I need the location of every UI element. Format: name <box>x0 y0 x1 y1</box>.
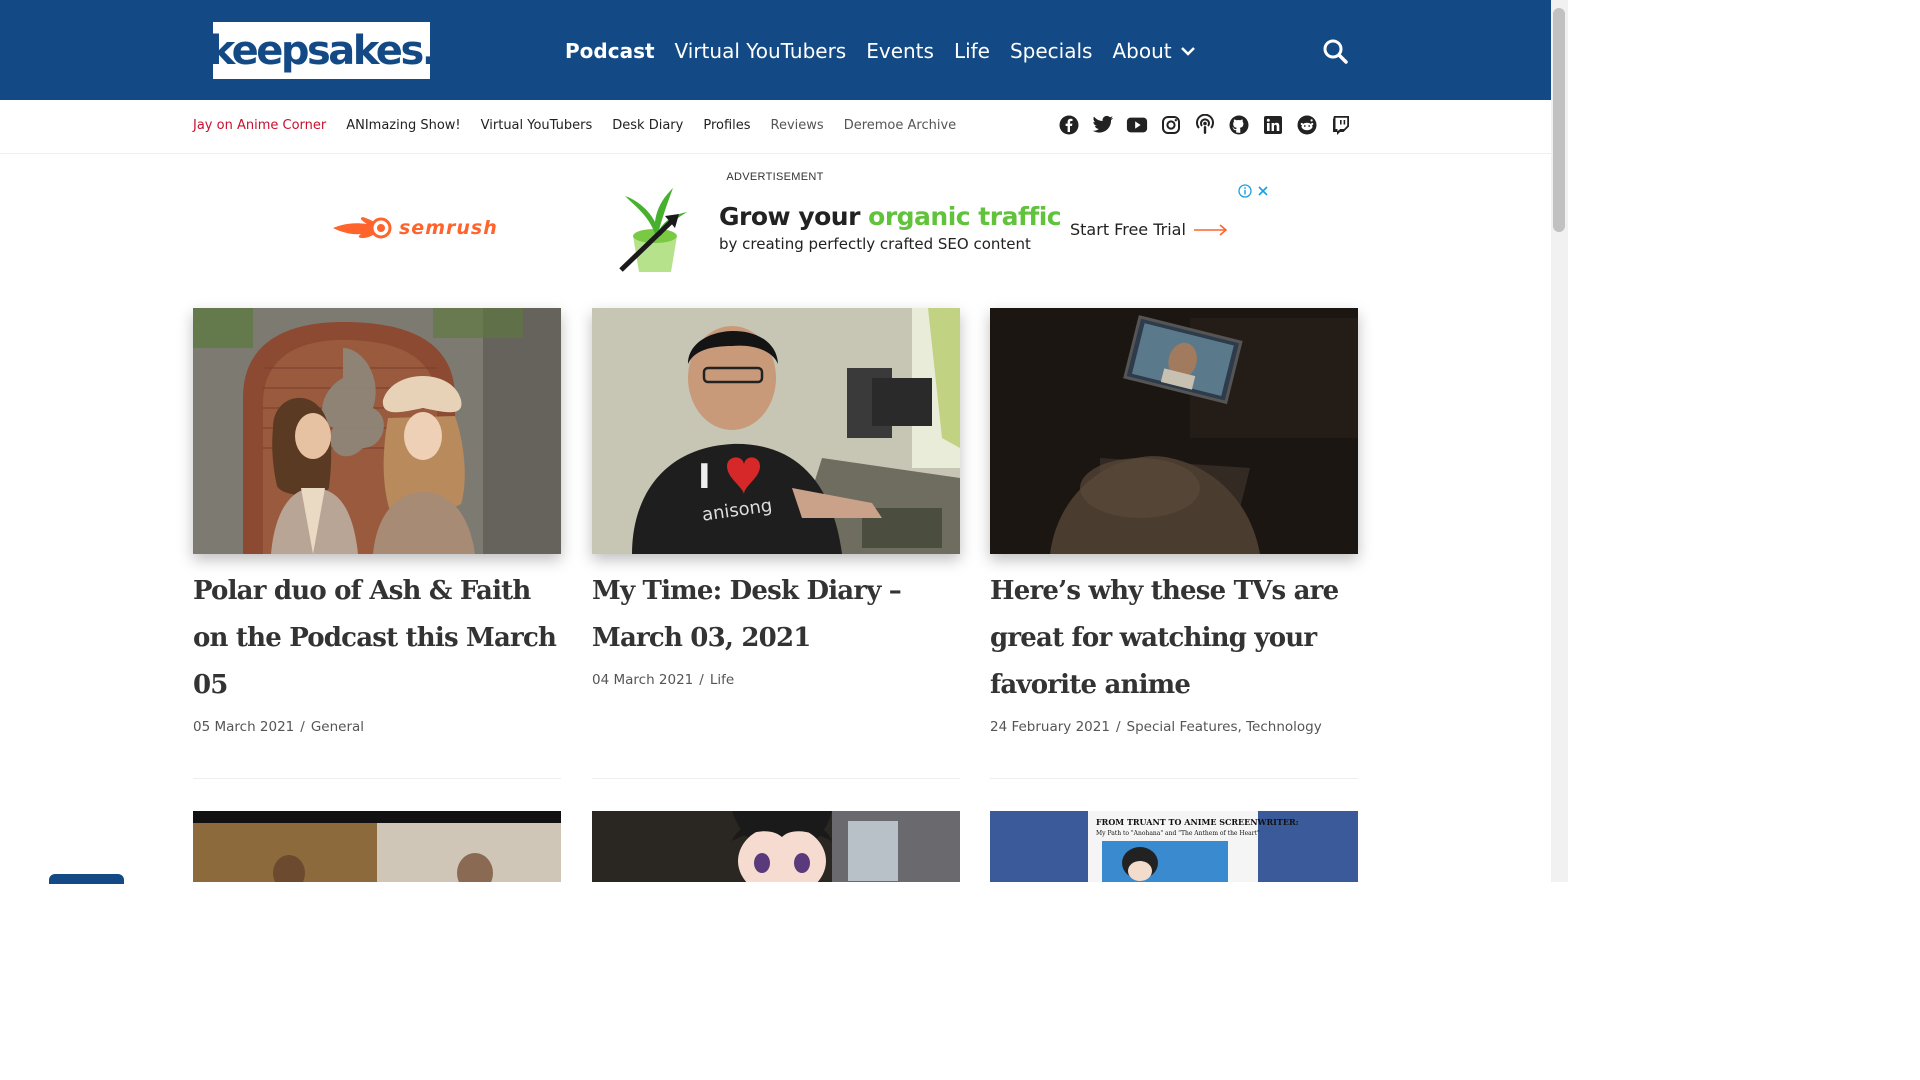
plant-illustration-icon <box>619 188 687 272</box>
scrollbar-thumb[interactable] <box>1553 8 1565 232</box>
close-icon[interactable] <box>1256 184 1270 198</box>
row-divider <box>193 778 561 779</box>
post-category[interactable]: Life <box>710 672 734 688</box>
site-logo[interactable]: keepsakes. <box>209 22 437 79</box>
subnav-deremoe-archive[interactable]: Deremoe Archive <box>844 118 956 133</box>
post-category[interactable]: General <box>311 719 364 735</box>
book-title-text: FROM TRUANT TO ANIME SCREENWRITER: <box>1096 817 1299 827</box>
subnav-profiles[interactable]: Profiles <box>703 118 750 133</box>
ad-headline-part1: Grow your <box>719 202 869 231</box>
post-thumbnail-image[interactable] <box>193 308 561 554</box>
ad-subline: by creating perfectly crafted SEO conten… <box>719 235 1031 253</box>
post-thumbnail-image[interactable] <box>592 811 960 882</box>
youtube-icon[interactable] <box>1126 114 1148 136</box>
post-thumbnail-image[interactable] <box>193 811 561 882</box>
top-header: keepsakes. Podcast Virtual YouTubers Eve… <box>0 0 1551 100</box>
nav-events[interactable]: Events <box>866 39 934 63</box>
post-title[interactable]: My Time: Desk Diary – March 03, 2021 <box>592 568 960 662</box>
secondary-bar: Jay on Anime Corner ANImazing Show! Virt… <box>0 100 1551 154</box>
secondary-nav: Jay on Anime Corner ANImazing Show! Virt… <box>193 118 956 133</box>
facebook-icon[interactable] <box>1058 114 1080 136</box>
nav-life[interactable]: Life <box>954 39 990 63</box>
ad-cta-label: Start Free Trial <box>1070 220 1186 239</box>
subnav-desk-diary[interactable]: Desk Diary <box>612 118 683 133</box>
semrush-logo: semrush <box>333 216 498 240</box>
twitter-icon[interactable] <box>1092 114 1114 136</box>
post-title[interactable]: Here’s why these TVs are great for watch… <box>990 568 1358 709</box>
ad-label: ADVERTISEMENT <box>726 171 824 183</box>
main-nav: Podcast Virtual YouTubers Events Life Sp… <box>565 36 1216 66</box>
post-thumbnail-image[interactable]: FROM TRUANT TO ANIME SCREENWRITER: My Pa… <box>990 811 1358 882</box>
post-title[interactable]: Polar duo of Ash & Faith on the Podcast … <box>193 568 561 709</box>
post-meta: 24 February 2021/Special Features, Techn… <box>990 719 1322 735</box>
post-meta: 05 March 2021/General <box>193 719 365 735</box>
ad-headline: Grow your organic traffic <box>719 202 1062 231</box>
info-icon[interactable] <box>1238 184 1252 198</box>
post-category[interactable]: Special Features, Technology <box>1127 719 1322 735</box>
floating-widget-tab[interactable] <box>49 874 124 884</box>
post-card: I anisong My Time: Desk Diary – March 03… <box>592 308 960 688</box>
arrow-right-icon <box>1193 223 1228 236</box>
ad-cta-button[interactable]: Start Free Trial <box>1070 220 1228 239</box>
ad-controls <box>1238 184 1270 198</box>
nav-about[interactable]: About <box>1112 39 1195 63</box>
post-date: 05 March 2021 <box>193 719 295 735</box>
post-date: 24 February 2021 <box>990 719 1110 735</box>
ad-headline-part2: organic traffic <box>868 202 1062 231</box>
post-card: Polar duo of Ash & Faith on the Podcast … <box>193 308 561 735</box>
twitch-icon[interactable] <box>1330 114 1352 136</box>
podcast-icon[interactable] <box>1194 114 1216 136</box>
post-meta: 04 March 2021/Life <box>592 672 735 688</box>
semrush-flame-icon <box>333 217 392 239</box>
semrush-brand: semrush <box>399 217 498 239</box>
logo-text: keepsakes. <box>208 27 437 74</box>
subnav-jay-on-anime-corner[interactable]: Jay on Anime Corner <box>193 118 326 133</box>
github-icon[interactable] <box>1228 114 1250 136</box>
instagram-icon[interactable] <box>1160 114 1182 136</box>
post-thumbnail-image[interactable] <box>990 308 1358 554</box>
reddit-icon[interactable] <box>1296 114 1318 136</box>
nav-specials[interactable]: Specials <box>1010 39 1092 63</box>
nav-about-label: About <box>1112 39 1172 63</box>
subnav-animazing-show[interactable]: ANImazing Show! <box>346 118 460 133</box>
subnav-virtual-youtubers[interactable]: Virtual YouTubers <box>481 118 593 133</box>
post-card: Here’s why these TVs are great for watch… <box>990 308 1358 735</box>
advertisement-banner[interactable]: semrush Grow your organic traffic by cre… <box>315 184 1275 276</box>
post-date: 04 March 2021 <box>592 672 694 688</box>
linkedin-icon[interactable] <box>1262 114 1284 136</box>
chevron-down-icon <box>1180 47 1195 56</box>
book-subtitle-text: My Path to "Anohana" and "The Anthem of … <box>1096 830 1260 837</box>
search-icon[interactable] <box>1322 38 1348 64</box>
nav-virtual-youtubers[interactable]: Virtual YouTubers <box>675 39 847 63</box>
subnav-reviews[interactable]: Reviews <box>771 118 824 133</box>
social-links <box>1058 114 1352 136</box>
svg-text:I: I <box>698 457 711 497</box>
row-divider <box>592 778 960 779</box>
nav-podcast[interactable]: Podcast <box>565 39 655 63</box>
post-thumbnail-image[interactable]: I anisong <box>592 308 960 554</box>
row-divider <box>990 778 1358 779</box>
